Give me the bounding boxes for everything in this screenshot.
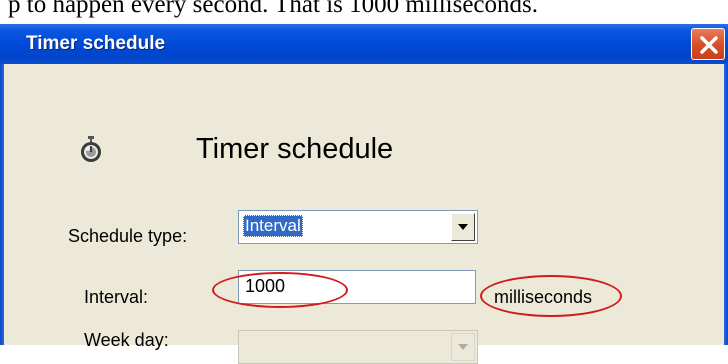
schedule-type-label: Schedule type:: [68, 226, 188, 246]
week-day-dropdown-button[interactable]: [451, 333, 475, 361]
window-titlebar[interactable]: Timer schedule: [0, 24, 728, 64]
schedule-type-value: Interval: [243, 215, 303, 237]
schedule-type-select[interactable]: Interval: [238, 210, 478, 244]
week-day-select[interactable]: [238, 330, 478, 364]
window-title: Timer schedule: [26, 33, 166, 54]
caption-text: p to happen every second. That is 1000 m…: [8, 0, 538, 18]
close-icon: [700, 36, 718, 54]
annotation-ellipse-interval: [212, 272, 348, 308]
schedule-type-dropdown-button[interactable]: [451, 213, 475, 241]
dialog-heading: Timer schedule: [196, 133, 394, 165]
chevron-down-icon: [458, 224, 468, 230]
interval-label: Interval:: [84, 287, 149, 307]
stopwatch-icon: [81, 136, 101, 162]
week-day-value: [243, 335, 247, 357]
tutorial-caption: p to happen every second. That is 1000 m…: [0, 0, 728, 24]
window-frame-right: [724, 64, 728, 345]
week-day-label: Week day:: [84, 330, 169, 350]
annotation-ellipse-unit: [480, 275, 622, 317]
close-button[interactable]: [691, 28, 725, 60]
